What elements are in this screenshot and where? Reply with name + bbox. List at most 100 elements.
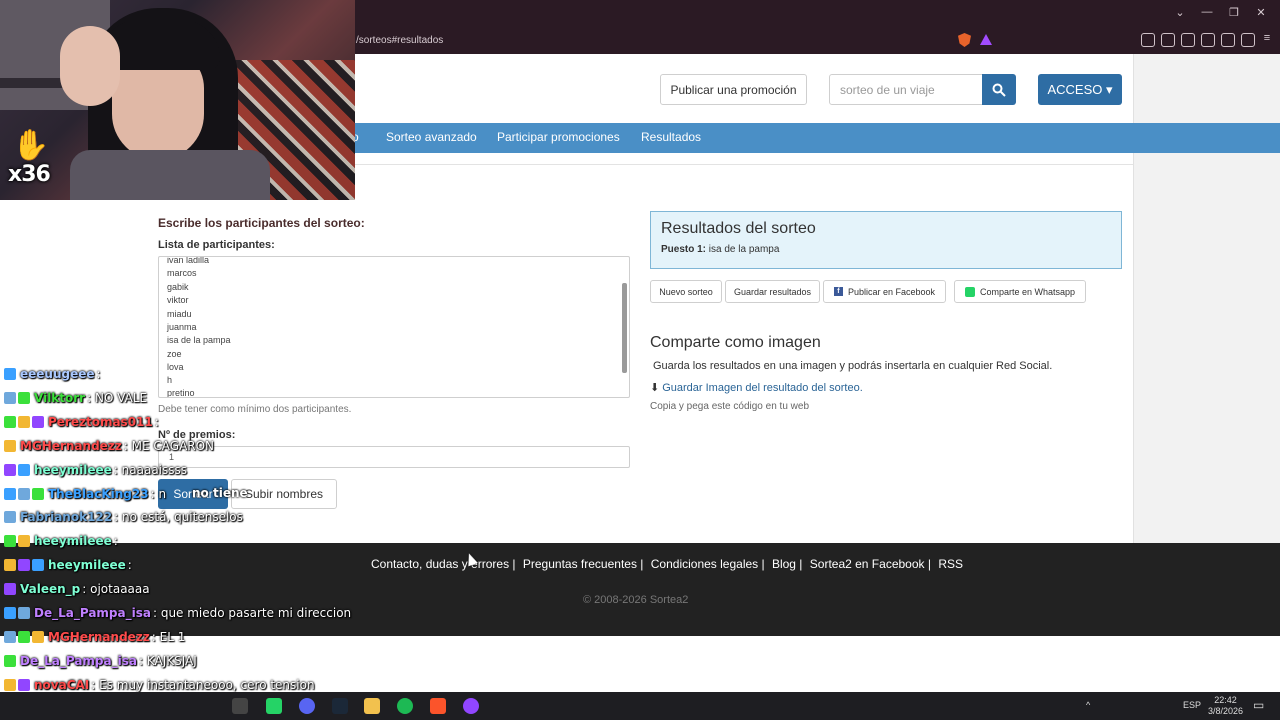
save-image-link[interactable]: ⬇ Guardar Imagen del resultado del sorte… [650, 381, 863, 395]
search-icon [992, 83, 1006, 97]
chat-text: : ME CAGARON [123, 438, 215, 453]
share-image-desc: Guarda los resultados en una imagen y po… [653, 360, 1053, 372]
chat-badge-icon [18, 463, 30, 476]
facebook-publish-button[interactable]: f Publicar en Facebook [823, 280, 946, 303]
chat-username: heeymileee [34, 534, 112, 549]
chat-badges [4, 654, 16, 667]
obs-icon[interactable] [463, 698, 479, 714]
close-icon[interactable]: ✕ [1254, 6, 1268, 19]
chat-username: heeymileee [34, 462, 112, 477]
menu-icon[interactable]: ≡ [1260, 32, 1274, 44]
search-input[interactable] [829, 74, 983, 105]
chat-text: : NO VALE [87, 390, 148, 405]
notifications-icon[interactable]: ▭ [1253, 698, 1264, 712]
chat-username: heeymileee [48, 558, 126, 573]
publish-promotion-button[interactable]: Publicar una promoción [660, 74, 807, 105]
extensions-icon[interactable] [1141, 33, 1155, 47]
results-title: Resultados del sorteo [661, 220, 816, 237]
chat-username: Pereztomas011 [48, 414, 153, 429]
chat-text: : Es muy instantaneooo, cero tension [91, 677, 315, 692]
chat-message: novaCAI: Es muy instantaneooo, cero tens… [4, 678, 315, 692]
nav-item-results[interactable]: Resultados [641, 130, 701, 144]
results-panel: Resultados del sorteo Puesto 1: isa de l… [650, 211, 1122, 269]
chat-message: Valeen_p: ojotaaaaa [4, 582, 150, 596]
chat-message: heeymileee: [4, 534, 118, 548]
chat-badge-icon [32, 559, 44, 572]
clock[interactable]: 22:42 3/8/2026 [1208, 695, 1243, 717]
chevron-down-icon[interactable]: ⌄ [1173, 6, 1187, 19]
file-explorer-icon[interactable] [364, 698, 380, 714]
spotify-icon[interactable] [397, 698, 413, 714]
discord-icon[interactable] [299, 698, 315, 714]
taskbar: ^ ESP 22:42 3/8/2026 ▭ [0, 692, 1280, 720]
url-text[interactable]: /sorteos#resultados [356, 35, 443, 46]
chat-message: MGHernandezz: EL 1 [4, 630, 185, 644]
footer-link-facebook[interactable]: Sortea2 en Facebook | [810, 557, 931, 571]
participant-item: marcos [167, 268, 197, 278]
whatsapp-icon[interactable] [266, 698, 282, 714]
leo-ai-icon[interactable] [1221, 33, 1235, 47]
footer-link-faq[interactable]: Preguntas frecuentes | [523, 557, 644, 571]
whatsapp-share-button[interactable]: Comparte en Whatsapp [954, 280, 1086, 303]
facebook-icon: f [833, 287, 843, 296]
chat-badges [4, 415, 44, 428]
save-results-button[interactable]: Guardar resultados [725, 280, 820, 303]
chat-badge-icon [18, 415, 30, 428]
chat-text: : no está, quitenselos [114, 510, 243, 525]
minimize-icon[interactable]: — [1200, 6, 1214, 18]
chat-message: heeymileee: naaaaissss [4, 463, 187, 477]
textarea-scrollbar[interactable] [622, 283, 627, 373]
chat-message: De_La_Pampa_isa: que miedo pasarte mi di… [4, 606, 351, 620]
chat-badge-icon [4, 415, 16, 428]
chat-username: TheBlacKing23 [48, 486, 149, 501]
sidebar-icon[interactable] [1181, 33, 1195, 47]
chat-username: Fabrianok122 [20, 510, 113, 525]
chat-badges [4, 511, 16, 524]
footer-link-blog[interactable]: Blog | [772, 557, 802, 571]
chat-badge-icon [4, 511, 16, 524]
copyright: © 2008-2026 Sortea2 [583, 594, 689, 606]
participant-item: gabik [167, 282, 189, 292]
brave-shield-icon[interactable] [958, 33, 971, 47]
chat-badge-icon [18, 391, 30, 404]
wallet-icon[interactable] [1201, 33, 1215, 47]
tray-chevron-icon[interactable]: ^ [1086, 700, 1090, 710]
participant-item: viktor [167, 295, 189, 305]
vpn-icon[interactable] [1241, 33, 1255, 47]
chat-badge-icon [4, 559, 16, 572]
search-button[interactable] [982, 74, 1016, 105]
chat-badge-icon [18, 535, 30, 548]
share-image-title: Comparte como imagen [650, 334, 821, 351]
chat-badge-icon [18, 630, 30, 643]
chat-badge-icon [4, 463, 16, 476]
chat-badge-icon [18, 678, 30, 691]
chat-message: TheBlacKing23: n [4, 487, 166, 501]
steam-icon[interactable] [332, 698, 348, 714]
footer-link-rss[interactable]: RSS [938, 557, 963, 571]
chat-badge-icon [4, 630, 16, 643]
language-indicator[interactable]: ESP [1183, 700, 1201, 710]
chat-message: eeeuugeee: [4, 367, 101, 381]
chat-badges [4, 607, 30, 619]
chat-badges [4, 583, 16, 596]
write-participants-title: Escribe los participantes del sorteo: [158, 216, 365, 230]
chat-badge-icon [4, 368, 16, 380]
chat-badge-icon [4, 607, 16, 619]
chat-badges [4, 535, 30, 548]
webcam-overlay: ✋ x36 [0, 0, 355, 200]
chat-badge-icon [18, 487, 30, 500]
chat-message: De_La_Pampa_isa: KAJKSJAJ [4, 654, 197, 668]
nav-item-promotions[interactable]: Participar promociones [497, 130, 620, 144]
brave-rewards-icon[interactable] [980, 34, 992, 45]
access-button[interactable]: ACCESO ▾ [1038, 74, 1122, 105]
whatsapp-icon [964, 286, 975, 297]
chat-badge-icon [4, 583, 16, 596]
footer-link-legal[interactable]: Condiciones legales | [651, 557, 765, 571]
nav-item-advanced[interactable]: Sorteo avanzado [386, 130, 477, 144]
restore-icon[interactable]: ❐ [1227, 6, 1241, 19]
task-view-icon[interactable] [232, 698, 248, 714]
media-icon[interactable] [1161, 33, 1175, 47]
brave-icon[interactable] [430, 698, 446, 714]
new-draw-button[interactable]: Nuevo sorteo [650, 280, 722, 303]
chat-text: : [113, 534, 118, 549]
